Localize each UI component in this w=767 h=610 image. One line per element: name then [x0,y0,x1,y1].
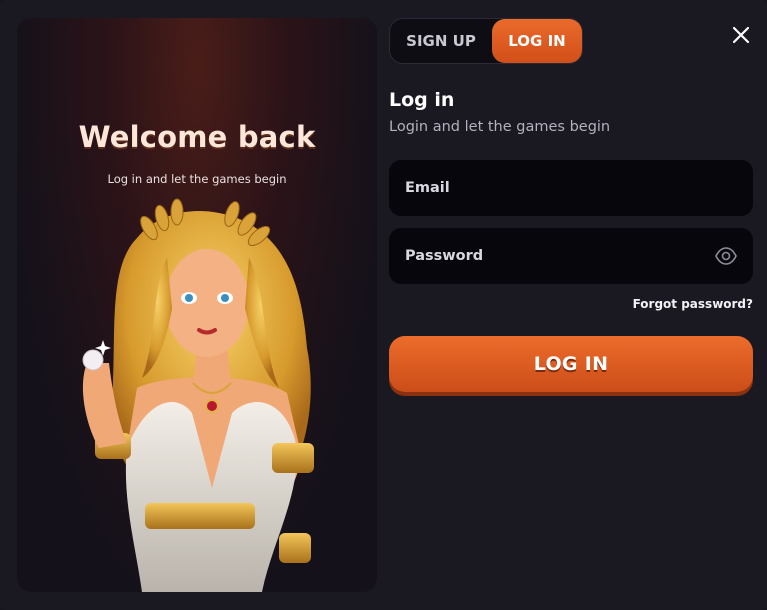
login-submit-button[interactable]: LOG IN [389,336,753,392]
close-icon[interactable] [728,22,754,48]
tab-log-in[interactable]: LOG IN [492,19,582,63]
email-field[interactable] [405,160,705,216]
form-subtitle: Login and let the games begin [389,119,611,135]
forgot-password-link[interactable]: Forgot password? [633,297,753,311]
auth-tabs: SIGN UP LOG IN [389,18,583,64]
login-modal: Welcome back Log in and let the games be… [0,0,767,610]
promo-subtitle: Log in and let the games begin [107,172,287,186]
promo-title: Welcome back [78,120,316,154]
email-field-wrapper [389,160,753,216]
password-field[interactable] [405,228,705,284]
goddess-illustration [82,198,314,592]
tab-sign-up[interactable]: SIGN UP [390,19,492,63]
promo-panel: Welcome back Log in and let the games be… [17,18,377,592]
form-title: Log in [389,89,455,111]
password-field-wrapper [389,228,753,284]
eye-icon[interactable] [715,246,737,266]
